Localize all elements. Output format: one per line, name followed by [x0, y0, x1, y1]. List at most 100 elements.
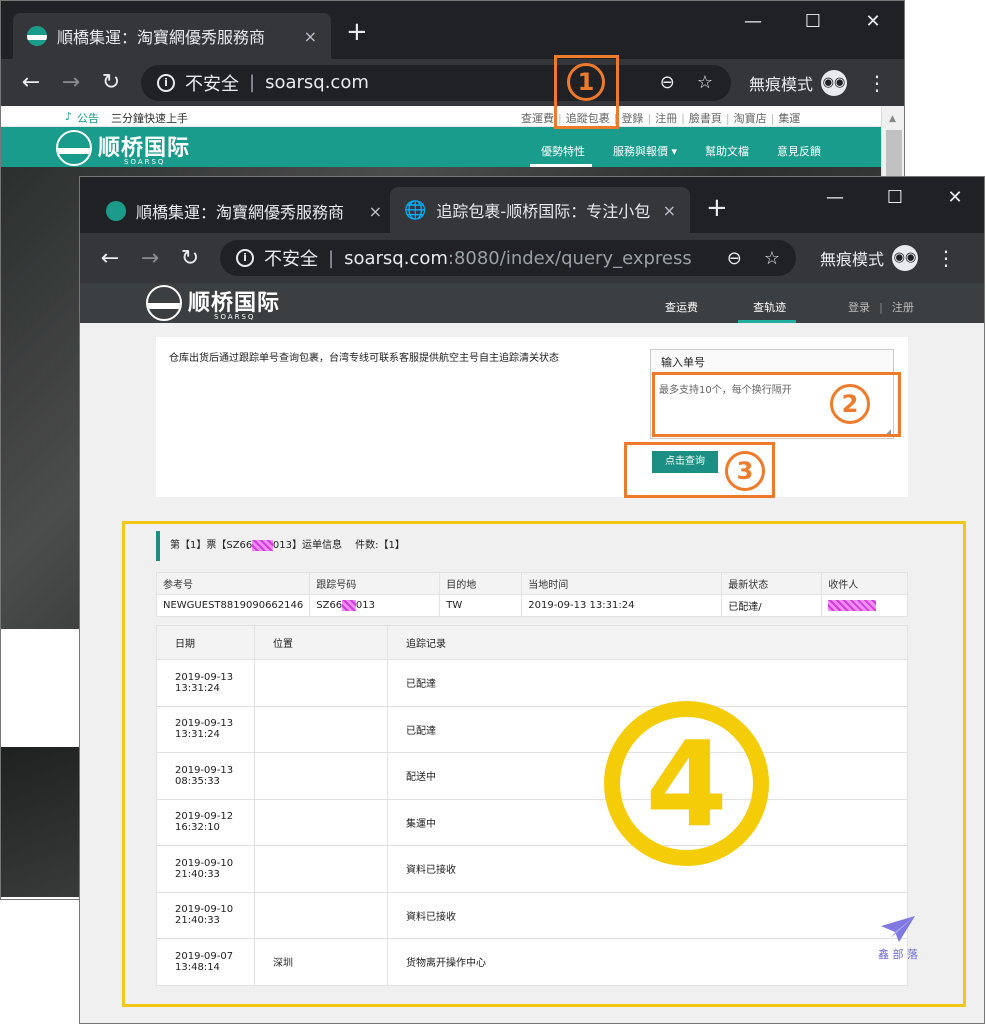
back-arrow-icon[interactable]: ←	[11, 70, 51, 95]
notice-link[interactable]: 三分鐘快速上手	[111, 110, 188, 126]
main-nav: 優勢特性 服務與報價 ▾ 幫助文檔 意見反饋	[513, 140, 821, 159]
incognito-indicator[interactable]: 無痕模式 ◉◉	[749, 69, 848, 96]
cell-clock: 13:48:14	[175, 961, 220, 973]
bookmark-star-icon[interactable]: ☆	[697, 72, 713, 93]
back-arrow-icon[interactable]: ←	[90, 246, 130, 271]
tab-soarsq-home[interactable]: 順橋集運：淘寶網優秀服務商 ×	[92, 189, 392, 233]
nav-help[interactable]: 幫助文檔	[705, 145, 749, 158]
reload-icon[interactable]: ↻	[170, 246, 210, 271]
tab-track-package[interactable]: 🌐 追踪包裹-顺桥国际：专注小包 ×	[390, 187, 690, 233]
nav-shipping-rates[interactable]: 查运费	[665, 301, 698, 314]
zoom-icon[interactable]: ⊖	[660, 72, 675, 93]
header-recipient: 收件人	[821, 572, 908, 595]
cell-location	[254, 752, 388, 800]
top-link-facebook[interactable]: 臉書頁	[689, 112, 722, 125]
cell-datetime: 2019-09-12 16:32:10	[156, 798, 255, 846]
tab-close-icon[interactable]: ×	[304, 27, 317, 46]
bell-icon: ♪	[65, 110, 73, 123]
insecure-label: 不安全	[185, 73, 239, 95]
forward-arrow-icon[interactable]: →	[51, 70, 91, 95]
cell-datetime: 2019-09-13 08:35:33	[156, 752, 255, 800]
cell-datetime: 2019-09-10 21:40:33	[156, 891, 255, 939]
active-nav-underline	[738, 320, 796, 323]
site-logo[interactable]: 顺桥国际 SOARSQ	[146, 285, 280, 321]
address-bar[interactable]: i 不安全 | soarsq.com ⊖ ☆	[141, 64, 731, 101]
header-date: 日期	[156, 625, 255, 660]
cell-status: 已配達/	[721, 594, 823, 617]
tracking-row: 2019-09-07 13:48:14 深圳 货物离开操作中心	[156, 938, 908, 986]
nav-services[interactable]: 服務與報價 ▾	[613, 145, 677, 158]
cell-location	[254, 705, 388, 753]
kebab-menu-icon[interactable]: ⋮	[867, 71, 887, 95]
tab-close-icon[interactable]: ×	[369, 202, 382, 221]
address-bar[interactable]: i 不安全 | soarsq.com:8080/index/query_expr…	[220, 240, 796, 276]
header-time: 当地时间	[521, 572, 723, 595]
zoom-icon[interactable]: ⊖	[727, 248, 742, 269]
auth-links: 登录 | 注册	[848, 296, 914, 315]
cell-date: 2019-09-10	[175, 857, 234, 869]
minimize-icon[interactable]: —	[805, 187, 865, 208]
cell-record: 已配達	[387, 659, 908, 707]
maximize-icon[interactable]: ☐	[783, 11, 843, 32]
redacted-recipient: XXXXXXX	[828, 600, 877, 611]
top-link-shipping-rates[interactable]: 查運費	[521, 112, 554, 125]
callout-number-3: 3	[725, 451, 765, 491]
scroll-up-icon[interactable]: ▲	[889, 114, 896, 124]
register-link[interactable]: 注册	[892, 301, 914, 314]
info-icon[interactable]: i	[236, 249, 254, 267]
cell-record: 货物离开操作中心	[387, 938, 908, 986]
close-window-icon[interactable]: ✕	[843, 11, 903, 32]
cell-record: 資料已接收	[387, 891, 908, 939]
watermark: 鑫 部 落	[870, 914, 926, 962]
cell-location	[254, 659, 388, 707]
incognito-icon: ◉◉	[892, 245, 919, 271]
tracking-row: 2019-09-13 13:31:24 已配達	[156, 659, 908, 707]
info-icon[interactable]: i	[157, 73, 175, 92]
login-link[interactable]: 登录	[848, 301, 870, 314]
cell-datetime: 2019-09-10 21:40:33	[156, 845, 255, 893]
kebab-menu-icon[interactable]: ⋮	[936, 246, 956, 270]
close-window-icon[interactable]: ✕	[925, 187, 984, 208]
site-favicon-icon	[106, 201, 126, 221]
tab-strip: 順橋集運：淘寶網優秀服務商 × + — ☐ ✕	[1, 1, 904, 59]
cell-time: 2019-09-13 13:31:24	[521, 594, 723, 617]
waybill-heading-suffix: 013】运单信息	[272, 540, 342, 551]
tab-close-icon[interactable]: ×	[663, 201, 676, 220]
tracking-row: 2019-09-13 13:31:24 已配達	[156, 705, 908, 753]
top-link-register[interactable]: 注冊	[655, 112, 677, 125]
new-tab-icon[interactable]: +	[346, 17, 368, 47]
notice-bar: ♪ 公告 三分鐘快速上手 查運費 | 追蹤包裹 | 登錄 | 注冊 | 臉書頁 | 淘寶店 | 集運	[1, 106, 881, 127]
reload-icon[interactable]: ↻	[91, 70, 131, 95]
notice-label: 公告	[77, 112, 99, 125]
waybill-heading-prefix: 第【1】票【SZ66	[170, 540, 253, 551]
forward-arrow-icon[interactable]: →	[130, 246, 170, 271]
query-description: 仓库出货后通过跟踪单号查询包裹，台湾专线可联系客服提供航空主号自主追踪清关状态	[169, 353, 559, 364]
cell-datetime: 2019-09-07 13:48:14	[156, 938, 255, 986]
callout-number-2: 2	[830, 384, 870, 424]
cell-clock: 16:32:10	[175, 822, 220, 834]
new-tab-icon[interactable]: +	[706, 193, 728, 223]
tracking-header-row: 日期 位置 追踪记录	[156, 625, 908, 660]
site-logo[interactable]: 顺桥国际 SOARSQ	[56, 130, 190, 166]
incognito-indicator[interactable]: 無痕模式 ◉◉	[820, 245, 919, 271]
url-host: soarsq.com	[344, 247, 448, 269]
callout-number-4: 4	[604, 701, 769, 866]
tab-soarsq-home[interactable]: 順橋集運：淘寶網優秀服務商 ×	[13, 13, 331, 59]
maximize-icon[interactable]: ☐	[865, 187, 925, 208]
cell-clock: 13:31:24	[175, 682, 220, 694]
cell-tracking: SZ66XX013	[309, 594, 441, 617]
cell-location	[254, 891, 388, 939]
nav-track[interactable]: 查轨迹	[753, 301, 786, 314]
nav-feedback[interactable]: 意見反饋	[777, 145, 821, 158]
bookmark-star-icon[interactable]: ☆	[764, 248, 780, 269]
top-link-login[interactable]: 登錄	[621, 112, 643, 125]
top-link-consolidate[interactable]: 集運	[778, 112, 800, 125]
browser-toolbar: ← → ↻ i 不安全 | soarsq.com ⊖ ☆ 無痕模式 ◉◉ ⋮	[1, 59, 904, 106]
cell-datetime: 2019-09-13 13:31:24	[156, 659, 255, 707]
paper-plane-icon	[879, 914, 917, 944]
minimize-icon[interactable]: —	[723, 11, 783, 32]
nav-features[interactable]: 優勢特性	[541, 145, 585, 158]
top-link-taobao[interactable]: 淘寶店	[734, 112, 767, 125]
cell-clock: 13:31:24	[175, 729, 220, 741]
header-record: 追踪记录	[387, 625, 908, 660]
